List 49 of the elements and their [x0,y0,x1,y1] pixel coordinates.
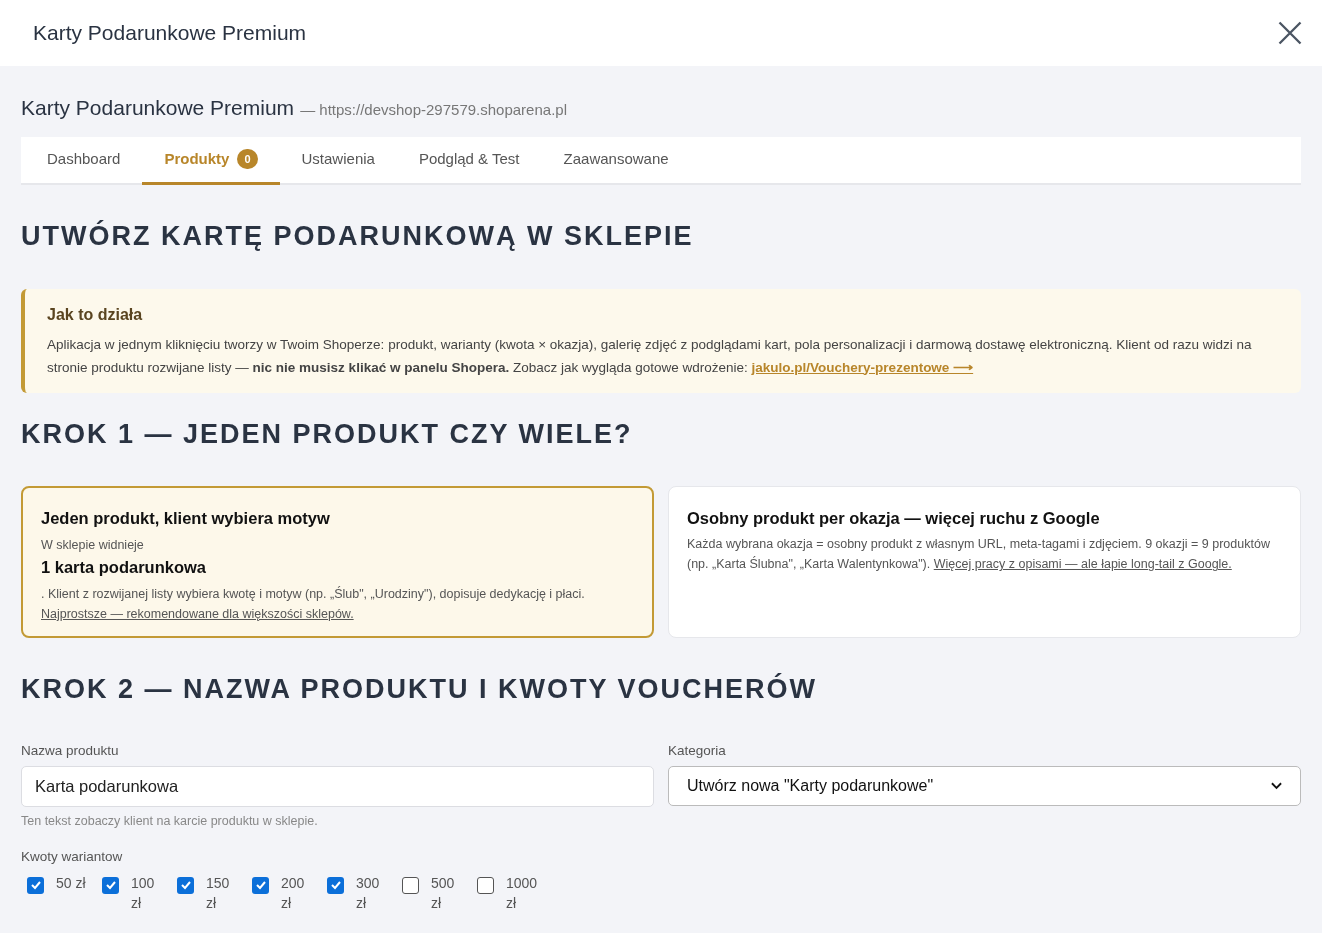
amount-label: 100 zł [131,873,156,913]
close-icon[interactable] [1276,19,1304,47]
callout-title: Jak to działa [47,304,144,325]
amount-label: 150 zł [206,873,231,913]
checkmark-icon [29,879,42,892]
option-description: Każda wybrana okazja = osobny produkt z własnym URL, meta-tagami i zdjęciem. 9 okazji = 9 produktów (np. „Karta Ślubna", „Karta Walentynkowa"). Więcej pracy z opisami — ale łapie long-tail z Google. [687,536,1271,574]
field-label: Kategoria [668,741,727,760]
checkbox[interactable] [177,876,194,894]
amount-label: 300 zł [356,873,381,913]
tab[interactable]: Zaawansowane [541,136,691,183]
option-lead: W sklepie widnieje [41,537,145,555]
window-title: Karty Podarunkowe Premium [33,20,307,47]
category-select[interactable]: Utwórz nowa "Karty podarunkowe" [668,765,1301,806]
section-heading: KROK 2 — NAZWA PRODUKTU I KWOTY VOUCHERÓW [21,672,818,705]
checkmark-icon [254,879,267,892]
product-name-field[interactable]: Karta podarunkowa [21,765,654,807]
field-label: Nazwa produktu [21,741,120,760]
section-heading: UTWÓRZ KARTĘ PODARUNKOWĄ W SKLEPIE [21,219,695,252]
checkmark-icon [104,879,117,892]
tab[interactable]: Ustawienia [279,136,397,183]
option-emphasis: 1 karta podarunkowa [41,557,208,578]
field-label: Kwoty wariantow [21,847,123,866]
option-description: . Klient z rozwijanej listy wybiera kwotę i motyw (np. „Ślub", „Urodziny"), dopisuje dedykację i płaci. Najprostsze — rekomendowane dla większości sklepów. [41,585,586,623]
option-card[interactable] [21,485,654,638]
amount-label: 500 zł [431,873,456,913]
tab[interactable]: Podgląd & Test [396,136,542,183]
amount-label: 50 zł [56,873,86,893]
option-title: Jeden produkt, klient wybiera motyw [41,507,331,529]
section-heading: KROK 1 — JEDEN PRODUKT CZY WIELE? [21,417,634,450]
tab[interactable]: Dashboard [25,136,143,183]
callout-text: Aplikacja w jednym kliknięciu tworzy w Twoim Shoperze: produkt, warianty (kwota × okazja), galerię zdjęć z podglądami kart, pola personalizacji i darmową dostawę elektroniczną. Klient od razu widzi na stronie produktu rozwijane listy — nic nie musisz klikać w panelu Shopera. Zobacz jak wygląda gotowe wdrożenie: jakulo.pl/Vouchery-prezentowe ⟶ [47,335,1253,377]
option-link[interactable]: Najprostsze — rekomendowane dla większości sklepów. [41,606,354,621]
checkbox[interactable] [402,876,419,894]
checkbox[interactable] [102,876,119,894]
checkbox[interactable] [477,876,494,894]
checkbox[interactable] [27,876,44,894]
option-title: Osobny produkt per okazja — więcej ruchu z Google [687,507,1101,529]
amount-label: 200 zł [281,873,306,913]
checkbox[interactable] [327,876,344,894]
field-hint: Ten tekst zobaczy klient na karcie produktu w sklepie. [21,812,319,830]
option-link[interactable]: Więcej pracy z opisami — ale łapie long-tail z Google. [933,557,1232,572]
amount-label: 1000 zł [506,873,536,913]
checkmark-icon [329,879,342,892]
chevron-down-icon [1271,781,1282,790]
app-name: Karty Podarunkowe Premium [21,95,295,121]
shop-url: — https://devshop-297579.shoparena.pl [300,100,567,120]
count-badge: 0 [237,148,258,170]
checkbox[interactable] [252,876,269,894]
checkmark-icon [179,879,192,892]
